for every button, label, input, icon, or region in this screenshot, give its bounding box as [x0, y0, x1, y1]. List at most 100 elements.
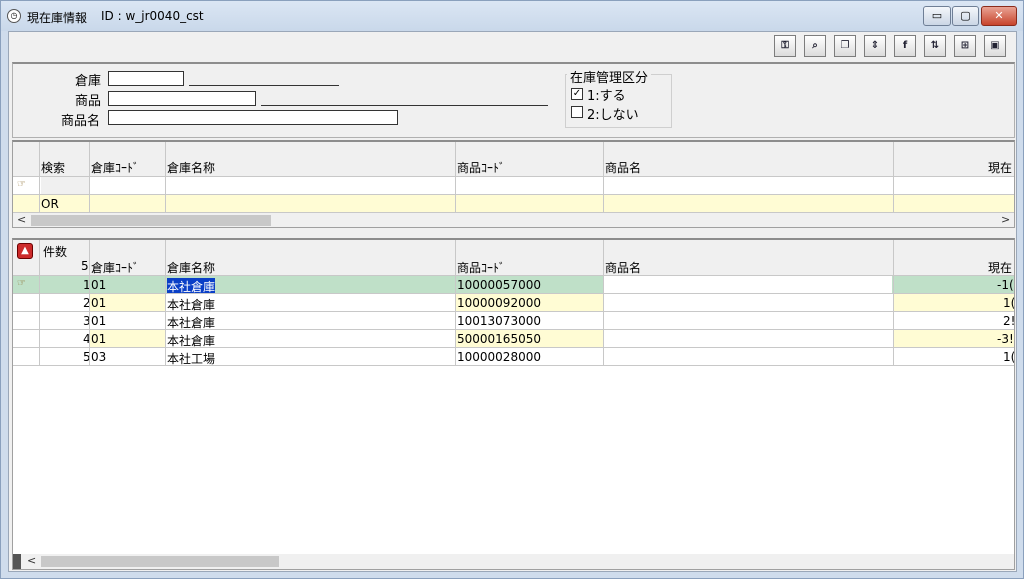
grid-line — [13, 176, 1014, 177]
grid-line — [89, 142, 90, 212]
scroll-left-icon[interactable]: < — [17, 213, 26, 226]
grid-line — [39, 142, 40, 212]
cell-item-code[interactable]: 10013073000 — [457, 314, 541, 328]
cell-stock[interactable]: -1( — [997, 278, 1014, 292]
result-header-item-code: 商品ｺｰﾄﾞ — [457, 261, 506, 275]
search-cell-blank — [41, 177, 89, 194]
toolbar: ⚿ ⌕ ❐ ⇕ f ⇅ ⊞ ▣ — [9, 32, 1016, 60]
minimize-button[interactable]: ▭ — [923, 6, 951, 26]
cell-wh-code[interactable]: 01 — [91, 296, 106, 310]
result-header-wh-name: 倉庫名称 — [167, 261, 216, 275]
search-row-1[interactable] — [13, 177, 1014, 194]
app-window: ◷ 現在庫情報 ID : w_jr0040_cst ▭ ▢ ✕ ⚿ ⌕ ❐ ⇕ … — [0, 0, 1024, 579]
cell-stock[interactable]: 1( — [1003, 296, 1014, 310]
redacted-item-names — [604, 276, 892, 364]
grid-line — [165, 142, 166, 212]
header-search: 検索 — [41, 161, 66, 175]
function-icon[interactable]: f — [894, 35, 916, 57]
grid-line — [455, 240, 456, 365]
grid-line — [13, 293, 1014, 294]
cell-wh-code[interactable]: 01 — [91, 278, 106, 292]
grid-line — [13, 329, 1014, 330]
grid-line — [13, 365, 1014, 366]
count-value: 5 — [81, 259, 89, 273]
client-area: ⚿ ⌕ ❐ ⇕ f ⇅ ⊞ ▣ 倉庫 商品 商品名 在庫管理区分 ✓ 1:する … — [8, 31, 1017, 572]
product-name-label: 商品名 — [61, 114, 101, 129]
binoculars-icon[interactable]: ⌕ — [804, 35, 826, 57]
result-header-item-name: 商品名 — [605, 261, 642, 275]
search-hscrollbar[interactable]: < > — [13, 213, 1014, 227]
search-grid: 検索 倉庫ｺｰﾄﾞ 倉庫名称 商品ｺｰﾄﾞ 商品名 現在 ☞ OR < > — [12, 140, 1015, 228]
scroll-left-icon[interactable]: < — [27, 554, 36, 567]
cell-stock[interactable]: 1( — [1003, 350, 1014, 364]
title-bar[interactable]: ◷ 現在庫情報 ID : w_jr0040_cst ▭ ▢ ✕ — [1, 1, 1023, 31]
grid-line — [13, 194, 1014, 195]
cell-item-code[interactable]: 10000028000 — [457, 350, 541, 364]
expand-icon[interactable]: ⊞ — [954, 35, 976, 57]
cell-wh-code[interactable]: 01 — [91, 332, 106, 346]
save-icon[interactable]: ▣ — [984, 35, 1006, 57]
column-icon[interactable]: ⇕ — [864, 35, 886, 57]
cell-item-code[interactable]: 10000092000 — [457, 296, 541, 310]
header-stock: 現在 — [988, 161, 1013, 175]
result-hscrollbar[interactable]: < — [13, 554, 1014, 569]
product-input[interactable] — [108, 91, 256, 106]
count-label: 件数 — [43, 245, 68, 259]
warehouse-input[interactable] — [108, 71, 184, 86]
result-header-row — [13, 240, 1014, 275]
header-item-code: 商品ｺｰﾄﾞ — [457, 161, 506, 175]
cell-stock[interactable]: 2! — [1003, 314, 1014, 328]
window-title: 現在庫情報 — [27, 11, 88, 25]
product-name-input[interactable] — [108, 110, 398, 125]
product-label: 商品 — [75, 94, 102, 109]
grid-line — [893, 240, 894, 365]
scroll-right-icon[interactable]: > — [1001, 213, 1010, 226]
grid-line — [603, 142, 604, 212]
sort-icon[interactable]: ⇅ — [924, 35, 946, 57]
bell-icon[interactable]: ▲ — [17, 243, 33, 259]
product-name-display — [261, 105, 548, 106]
grid-line — [39, 240, 40, 365]
search-header-row — [13, 142, 1014, 176]
header-wh-name: 倉庫名称 — [167, 161, 216, 175]
scroll-split-handle[interactable] — [13, 554, 21, 569]
result-grid: ▲ 件数 5 倉庫ｺｰﾄﾞ 倉庫名称 商品ｺｰﾄﾞ 商品名 現在 ☞ 1 01 … — [12, 238, 1015, 570]
pointer-hand-icon: ☞ — [17, 278, 26, 289]
search-row-or[interactable] — [13, 195, 1014, 212]
cell-item-code[interactable]: 10000057000 — [457, 278, 541, 292]
header-item-name: 商品名 — [605, 161, 642, 175]
option2-label: 2:しない — [587, 108, 639, 123]
header-wh-code: 倉庫ｺｰﾄﾞ — [91, 161, 140, 175]
cell-item-code[interactable]: 50000165050 — [457, 332, 541, 346]
result-header-stock: 現在 — [988, 261, 1013, 275]
maximize-button[interactable]: ▢ — [952, 6, 979, 26]
cell-wh-code[interactable]: 03 — [91, 350, 106, 364]
stock-mgmt-title: 在庫管理区分 — [567, 67, 652, 86]
search-or-cell[interactable]: OR — [41, 197, 59, 211]
window-id: ID : w_jr0040_cst — [101, 9, 204, 23]
close-button[interactable]: ✕ — [981, 6, 1017, 26]
row-stock-bg — [893, 294, 1014, 311]
app-icon: ◷ — [7, 9, 21, 23]
key-icon[interactable]: ⚿ — [774, 35, 796, 57]
warehouse-label: 倉庫 — [75, 74, 102, 89]
grid-line — [13, 275, 1014, 276]
grid-line — [603, 240, 604, 365]
search-hscroll-thumb[interactable] — [31, 215, 271, 226]
result-header-wh-code: 倉庫ｺｰﾄﾞ — [91, 261, 140, 275]
copy-icon[interactable]: ❐ — [834, 35, 856, 57]
pointer-hand-icon: ☞ — [17, 179, 26, 190]
option2-checkbox[interactable] — [571, 106, 583, 118]
cell-stock[interactable]: -3! — [997, 332, 1014, 346]
grid-line — [89, 240, 90, 365]
grid-line — [13, 347, 1014, 348]
result-hscroll-thumb[interactable] — [41, 556, 279, 567]
grid-line — [893, 142, 894, 212]
warehouse-name-display — [189, 85, 339, 86]
cell-wh-code[interactable]: 01 — [91, 314, 106, 328]
filter-panel: 倉庫 商品 商品名 在庫管理区分 ✓ 1:する 2:しない — [12, 62, 1015, 138]
grid-line — [13, 311, 1014, 312]
option1-label: 1:する — [587, 89, 626, 104]
option1-checkbox[interactable]: ✓ — [571, 88, 583, 100]
grid-line — [455, 142, 456, 212]
